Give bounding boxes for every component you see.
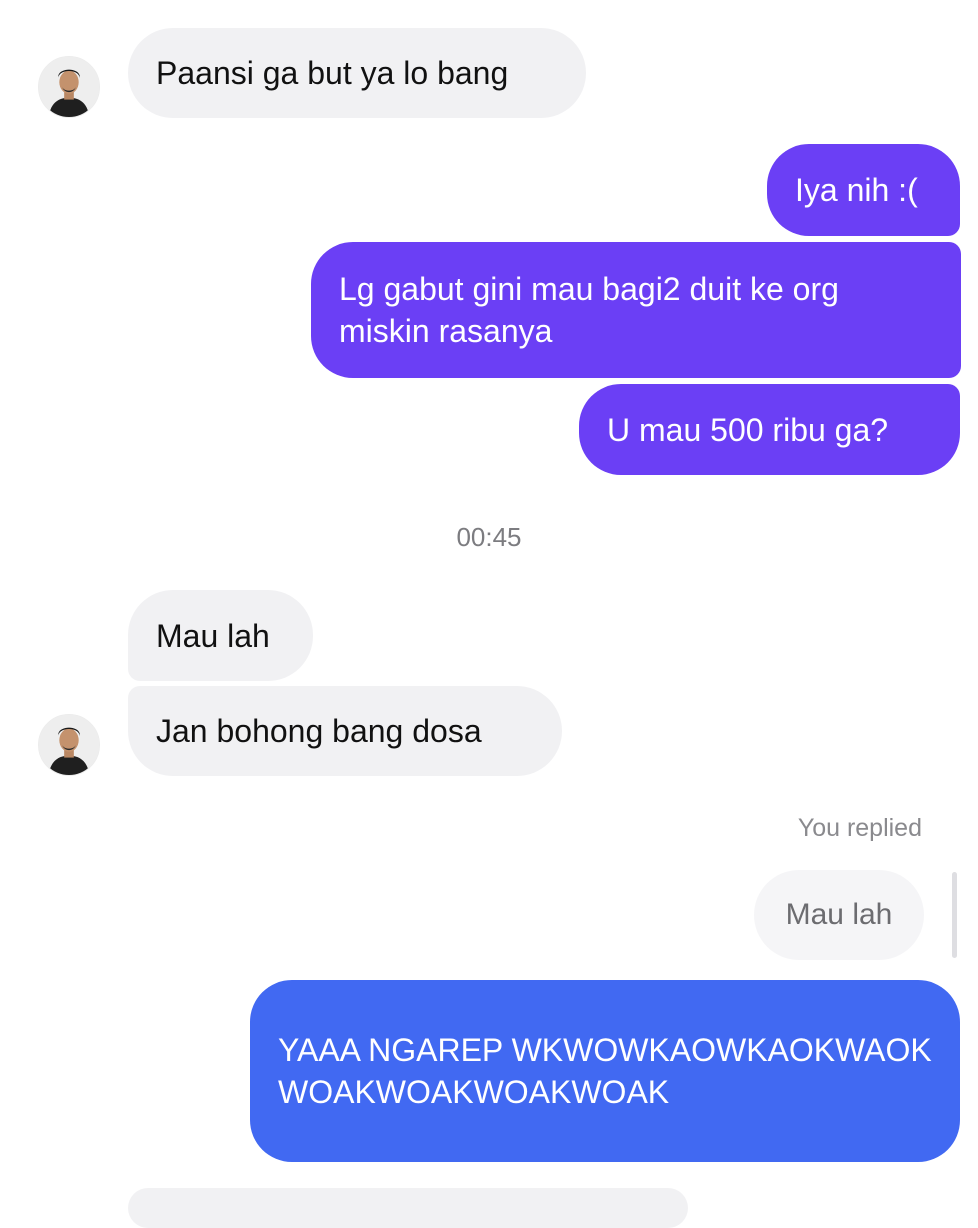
incoming-message-bubble-partial[interactable] [128, 1188, 688, 1228]
person-avatar-icon [39, 715, 99, 775]
incoming-message-bubble[interactable]: Jan bohong bang dosa [128, 686, 562, 776]
incoming-message-bubble[interactable]: Paansi ga but ya lo bang [128, 28, 586, 118]
message-text: Iya nih :( [795, 172, 918, 208]
message-text: U mau 500 ribu ga? [607, 411, 889, 448]
message-timestamp: 00:45 [456, 522, 522, 552]
message-text: Lg gabut gini mau bagi2 duit ke org misk… [339, 271, 839, 349]
message-text: YAAA NGAREP WKWOWKAOWKAOKWAOKWOAKWOAKWOA… [278, 1032, 932, 1110]
reply-indicator-bar [952, 872, 957, 958]
outgoing-message-bubble[interactable]: U mau 500 ribu ga? [579, 384, 960, 475]
message-text: Paansi ga but ya lo bang [156, 55, 509, 91]
quoted-message-text: Mau lah [785, 898, 893, 931]
outgoing-message-bubble[interactable]: Iya nih :( [767, 144, 960, 236]
you-replied-label: You replied [797, 814, 922, 842]
quoted-message[interactable]: Mau lah [754, 870, 924, 960]
outgoing-message-bubble[interactable]: Lg gabut gini mau bagi2 duit ke org misk… [311, 242, 961, 378]
outgoing-message-bubble[interactable]: YAAA NGAREP WKWOWKAOWKAOKWAOKWOAKWOAKWOA… [250, 980, 960, 1162]
contact-avatar[interactable] [38, 714, 100, 776]
person-avatar-icon [39, 57, 99, 117]
message-text: Mau lah [156, 617, 270, 654]
contact-avatar[interactable] [38, 56, 100, 118]
incoming-message-bubble[interactable]: Mau lah [128, 590, 313, 681]
message-text: Jan bohong bang dosa [156, 713, 482, 749]
